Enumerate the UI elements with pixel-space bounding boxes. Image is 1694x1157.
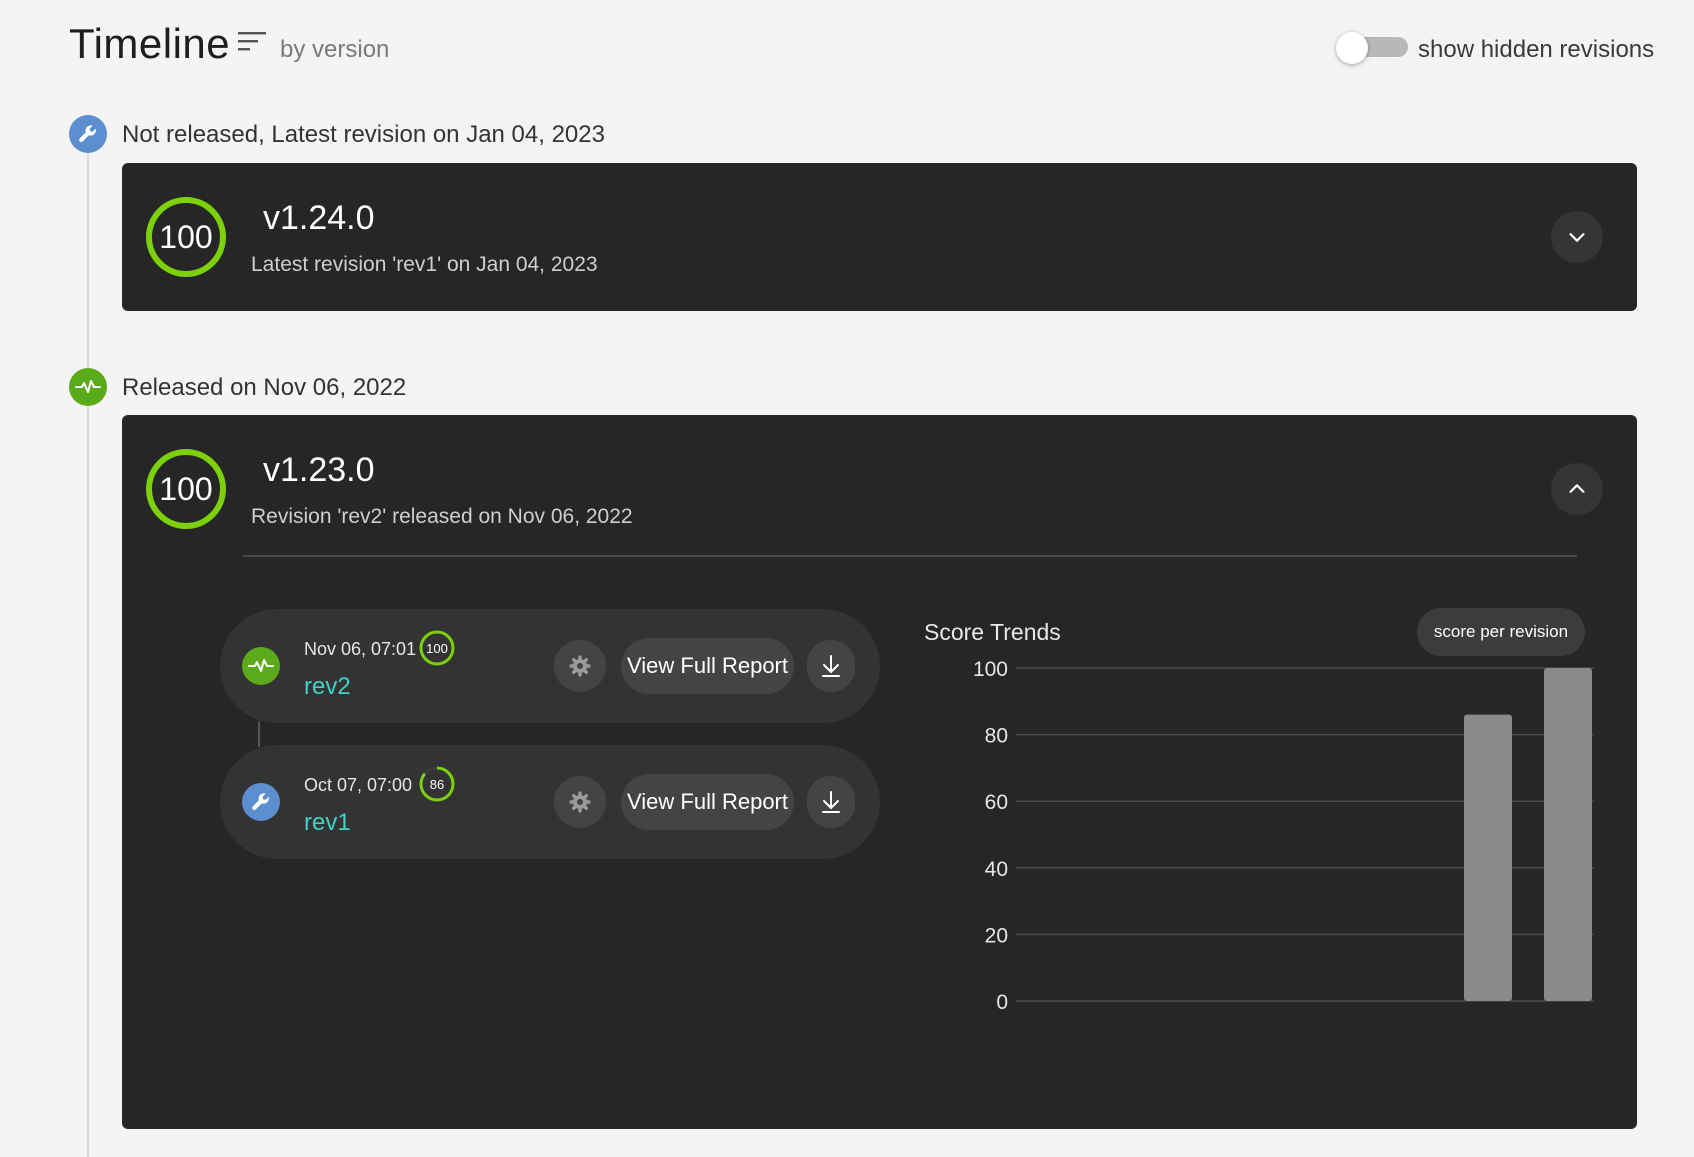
timeline-page: Timeline by version show hidden revision… [0, 0, 1694, 1157]
score-ring-value-wrap: 100 [144, 195, 228, 279]
entry-status-label: Released on Nov 06, 2022 [122, 374, 407, 401]
expand-button[interactable] [1551, 211, 1603, 263]
y-tick-label: 100 [973, 658, 1008, 681]
y-tick-label: 20 [985, 924, 1008, 947]
entry-status-label: Not released, Latest revision on Jan 04,… [122, 121, 605, 148]
sort-mode-label[interactable]: by version [280, 36, 389, 64]
collapse-button[interactable] [1551, 463, 1603, 515]
revision-date: Oct 07, 07:00 [304, 775, 413, 795]
revision-row: Oct 07, 07:00 86 rev1 View Full Report [220, 745, 880, 859]
toggle-knob [1336, 32, 1368, 64]
sort-icon[interactable] [238, 30, 268, 54]
wrench-icon [69, 115, 107, 153]
bar-rev2 [1544, 668, 1592, 1001]
revision-connector [258, 721, 260, 747]
settings-button[interactable] [554, 640, 606, 692]
chevron-down-icon [1569, 233, 1585, 242]
card-divider [243, 555, 1577, 557]
download-button[interactable] [807, 776, 855, 828]
score-ring-value-wrap: 100 [144, 447, 228, 531]
view-full-report-button[interactable]: View Full Report [621, 774, 794, 830]
revision-score: 100 [426, 640, 448, 656]
chart-title: Score Trends [924, 619, 1061, 645]
download-icon [822, 655, 840, 677]
bar-rev1 [1464, 714, 1512, 1001]
version-title: v1.23.0 [263, 451, 375, 489]
version-subtitle: Revision 'rev2' released on Nov 06, 2022 [251, 505, 633, 528]
pulse-icon [242, 647, 280, 685]
y-tick-label: 0 [996, 991, 1008, 1014]
download-button[interactable] [807, 640, 855, 692]
revision-row: Nov 06, 07:01 100 rev2 View Full Report [220, 609, 880, 723]
revision-score-wrap: 86 [418, 765, 456, 803]
score-value: 100 [159, 218, 213, 255]
download-icon [822, 791, 840, 813]
y-tick-label: 60 [985, 791, 1008, 814]
pulse-icon [69, 368, 107, 406]
y-tick-label: 80 [985, 725, 1008, 748]
show-hidden-label[interactable]: show hidden revisions [1418, 36, 1654, 64]
settings-button[interactable] [554, 776, 606, 828]
revision-link[interactable]: rev2 [304, 673, 351, 701]
show-hidden-toggle[interactable] [1336, 32, 1412, 64]
revision-score-wrap: 100 [418, 629, 456, 667]
chevron-up-icon [1569, 484, 1585, 493]
y-tick-label: 40 [985, 858, 1008, 881]
revision-link[interactable]: rev1 [304, 809, 351, 837]
gear-icon [569, 655, 591, 677]
revision-date: Nov 06, 07:01 [304, 639, 417, 659]
score-value: 100 [159, 470, 213, 507]
revision-score: 86 [429, 776, 445, 792]
wrench-icon [242, 783, 280, 821]
gear-icon [569, 791, 591, 813]
view-full-report-button[interactable]: View Full Report [621, 638, 794, 694]
score-trends-chart: 100 80 60 40 20 0 [973, 658, 1594, 1014]
version-card: 100 v1.24.0 Latest revision 'rev1' on Ja… [122, 163, 1637, 311]
version-title: v1.24.0 [263, 199, 375, 237]
chart-mode-button[interactable]: score per revision [1417, 608, 1585, 656]
version-subtitle: Latest revision 'rev1' on Jan 04, 2023 [251, 253, 598, 276]
version-card: 100 v1.23.0 Revision 'rev2' released on … [122, 415, 1637, 1129]
page-title: Timeline [69, 20, 231, 67]
timeline-rail [87, 140, 89, 1157]
